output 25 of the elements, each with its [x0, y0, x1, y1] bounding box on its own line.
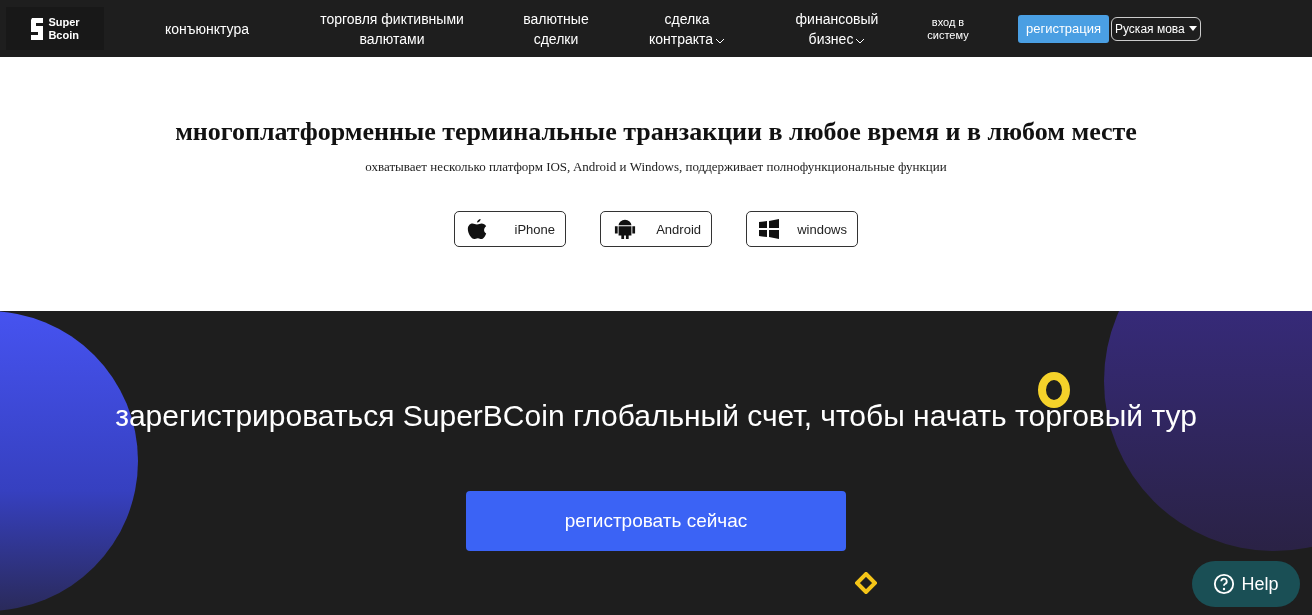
logo-text: Super Bcoin [48, 15, 80, 42]
diamond-icon [855, 572, 877, 594]
language-select[interactable]: Руская мова [1111, 16, 1201, 41]
chevron-down-icon [715, 37, 726, 44]
section-subtitle: охватывает несколько платформ IOS, Android и Windows, поддерживает полнофункциональные функции [365, 159, 947, 175]
windows-icon [759, 219, 779, 239]
login-link[interactable]: вход в систему [920, 15, 976, 42]
apple-icon [467, 218, 487, 240]
nav-link[interactable]: финансовый бизнес [780, 8, 894, 49]
nav-link[interactable]: конъюнктура [142, 18, 272, 39]
android-icon [613, 218, 637, 240]
nav-link[interactable]: сделка контракта [630, 8, 744, 49]
section-title: многоплатформенные терминальные транзакции в любое время и в любом месте [175, 117, 1137, 147]
caret-icon [1188, 26, 1197, 31]
download-button[interactable]: windows [746, 211, 858, 247]
chevron-down-icon [855, 37, 866, 44]
logo-icon [30, 17, 45, 40]
download-button[interactable]: iPhone [454, 211, 566, 247]
help-button[interactable]: Help [1192, 561, 1300, 607]
nav-link[interactable]: торговля фиктивными валютами [300, 8, 484, 49]
download-button[interactable]: Android [600, 211, 712, 247]
nav-link[interactable]: валютные сделки [504, 8, 608, 49]
register-now-button[interactable]: регистровать сейчас [466, 491, 846, 551]
help-icon [1213, 573, 1236, 595]
logo[interactable]: Super Bcoin [6, 7, 104, 50]
